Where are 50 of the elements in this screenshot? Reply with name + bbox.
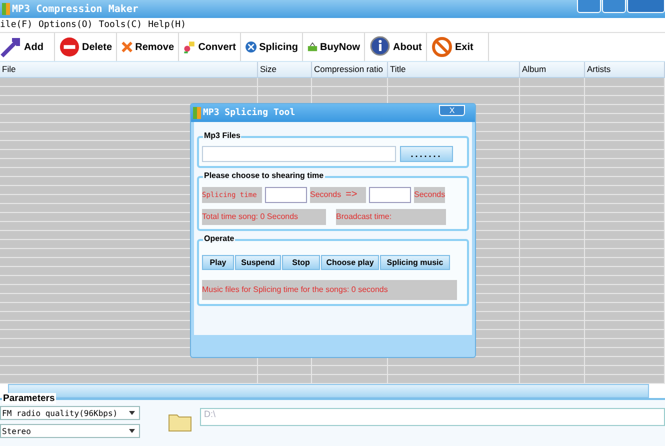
app-icon <box>2 3 10 15</box>
operate-button[interactable]: Splicing music <box>380 255 450 270</box>
delete-icon <box>59 36 80 58</box>
menu-item[interactable]: ile(F) <box>0 20 33 30</box>
group-title: Operate <box>203 234 236 243</box>
caret-icon <box>129 411 135 415</box>
toolbar-button[interactable]: Exit <box>427 33 489 61</box>
toolbar-button[interactable]: About <box>365 33 427 61</box>
toolbar-button[interactable]: Remove <box>117 33 179 61</box>
folder-icon[interactable] <box>168 412 192 432</box>
dialog-title: MP3 Splicing Tool <box>203 108 296 118</box>
operate-button[interactable]: Stop <box>282 255 320 270</box>
menu-item[interactable]: Help(H) <box>148 20 186 30</box>
group-title: Mp3 Files <box>203 131 242 140</box>
start-time-field[interactable] <box>265 187 307 203</box>
group-title: Please choose to shearing time <box>203 171 325 180</box>
total-time-label: Total time song: 0 Seconds <box>202 209 326 225</box>
column-header[interactable]: Album <box>520 62 585 77</box>
channel-dropdown[interactable]: Stereo <box>0 424 140 438</box>
app-icon <box>193 107 201 119</box>
toolbar-button[interactable]: Convert <box>179 33 241 61</box>
operate-button[interactable]: Suspend <box>235 255 281 270</box>
close-button[interactable]: X <box>439 104 465 116</box>
field-label: Seconds <box>414 187 446 203</box>
window-title: MP3 Compression Maker <box>12 4 140 14</box>
column-header[interactable]: Compression ratio <box>312 62 388 77</box>
arrows-icon <box>0 36 22 58</box>
end-time-field[interactable] <box>369 187 411 203</box>
menu-item[interactable]: Options(O) <box>38 20 93 30</box>
toolbar-button[interactable]: Splicing <box>241 33 303 61</box>
toolbar-button[interactable]: Delete <box>55 33 117 61</box>
field-label: Seconds => <box>310 187 366 203</box>
broadcast-time-label: Broadcast time: <box>336 209 446 225</box>
menu-item[interactable]: Tools(C) <box>98 20 142 30</box>
toolbar-button[interactable]: BuyNow <box>303 33 365 61</box>
quality-dropdown[interactable]: FM radio quality(96Kbps) <box>0 406 140 420</box>
group-title: Parameters <box>2 393 56 404</box>
operate-button[interactable]: Play <box>202 255 234 270</box>
column-header[interactable]: Title <box>388 62 520 77</box>
operate-button[interactable]: Choose play <box>321 255 379 270</box>
status-message: Music files for Splicing time for the songs: 0 seconds <box>202 280 457 300</box>
toolbar-button[interactable]: Add <box>0 33 55 61</box>
prohibited-icon <box>431 36 453 58</box>
browse-button[interactable]: ....... <box>400 146 453 162</box>
column-header[interactable]: Artists <box>585 62 665 77</box>
column-header[interactable]: File <box>0 62 258 77</box>
file-field[interactable] <box>202 146 396 162</box>
info-icon <box>369 36 391 58</box>
caret-icon <box>129 429 135 433</box>
column-header[interactable]: Size <box>258 62 312 77</box>
